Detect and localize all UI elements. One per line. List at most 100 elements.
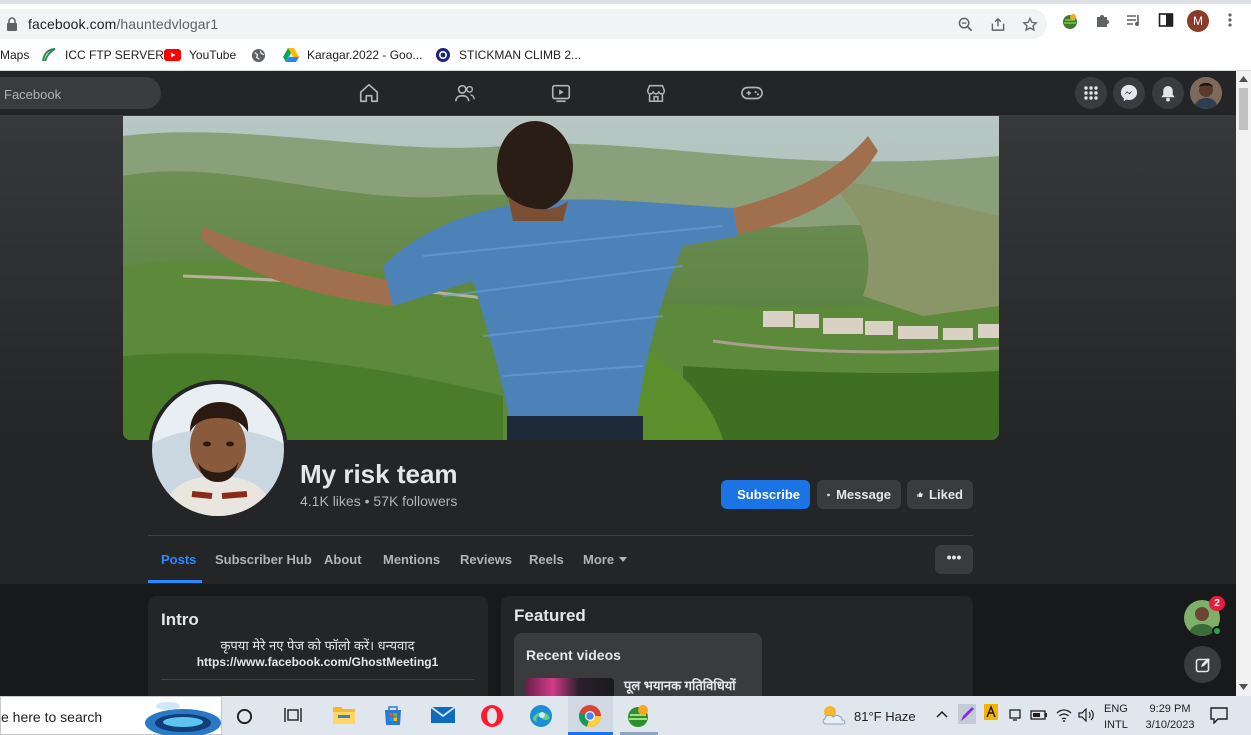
share-icon[interactable] — [990, 17, 1006, 32]
chevron-up-icon[interactable] — [936, 710, 948, 718]
task-view-icon[interactable] — [284, 707, 302, 723]
weather-text[interactable]: 81°F Haze — [854, 709, 916, 724]
profile-picture[interactable] — [148, 380, 288, 520]
tab-more[interactable]: More — [583, 552, 628, 567]
browser-address-bar: facebook.com/hauntedvlogar1 M — [0, 0, 1251, 40]
gaming-icon[interactable] — [740, 82, 764, 104]
chat-unread-badge: 2 — [1209, 596, 1225, 611]
subscribe-button[interactable]: Subscribe — [721, 480, 810, 509]
online-status-dot — [1212, 626, 1222, 636]
edge-icon[interactable] — [529, 704, 553, 728]
wifi-icon[interactable] — [1056, 708, 1072, 722]
home-icon[interactable] — [358, 82, 380, 104]
system-clock[interactable]: 9:29 PM 3/10/2023 — [1140, 701, 1200, 733]
recent-videos-title: Recent videos — [526, 647, 621, 663]
url-text[interactable]: facebook.com/hauntedvlogar1 — [28, 16, 218, 32]
messenger-button[interactable] — [1113, 77, 1145, 109]
page-name: My risk team — [300, 459, 458, 489]
caret-down-icon — [619, 557, 628, 562]
windows-taskbar: e here to search 81°F Haze ENG INTL 9:29 … — [0, 696, 1251, 735]
tab-reviews[interactable]: Reviews — [460, 552, 512, 567]
file-explorer-icon[interactable] — [332, 704, 356, 726]
chrome-icon[interactable] — [578, 704, 602, 728]
new-message-button[interactable] — [1184, 646, 1221, 683]
featured-title: Featured — [514, 606, 586, 625]
bookmarks-bar: Maps ICC FTP SERVER YouTube Karagar.2022… — [0, 40, 1251, 71]
network-adapter-icon[interactable] — [1008, 708, 1022, 722]
intro-bio-text: कृपया मेरे नए पेज को फॉलो करें। धन्यवाद — [220, 638, 415, 653]
facebook-search-input[interactable]: Facebook — [0, 77, 161, 109]
kebab-menu-icon[interactable] — [1225, 12, 1235, 28]
grid-menu-icon — [1084, 86, 1098, 100]
bookmark-karagar[interactable]: Karagar.2022 - Goo... — [283, 45, 422, 65]
cortana-icon[interactable] — [236, 708, 253, 725]
intro-title: Intro — [161, 610, 199, 629]
account-avatar-photo — [1190, 77, 1222, 109]
intro-divider — [161, 679, 475, 680]
compose-icon — [1195, 657, 1210, 672]
video-title[interactable]: पूल भयानक गतिविधियों — [624, 676, 736, 694]
bookmark-star-icon[interactable] — [1022, 17, 1038, 32]
intro-bio: कृपया मेरे नए पेज को फॉलो करें। धन्यवाद … — [161, 637, 474, 671]
volume-icon[interactable] — [1078, 708, 1094, 722]
scroll-down-arrow-icon[interactable] — [1239, 684, 1248, 690]
idm-icon[interactable] — [626, 704, 652, 728]
search-highlight-icon — [145, 702, 221, 735]
facebook-top-nav: Facebook — [0, 71, 1236, 116]
side-panel-icon[interactable] — [1158, 12, 1174, 28]
profile-avatar[interactable]: M — [1187, 10, 1209, 32]
scroll-up-arrow-icon[interactable] — [1239, 76, 1248, 82]
icc-leaf-icon — [42, 48, 56, 62]
more-options-button[interactable]: ••• — [935, 545, 973, 574]
tab-about[interactable]: About — [324, 552, 362, 567]
watch-video-icon[interactable] — [550, 82, 572, 104]
message-button[interactable]: Message — [817, 480, 901, 509]
active-tab-indicator — [148, 580, 202, 583]
notifications-button[interactable] — [1152, 77, 1184, 109]
intro-link[interactable]: https://www.facebook.com/GhostMeeting1 — [161, 654, 474, 671]
zoom-icon[interactable] — [958, 17, 973, 32]
youtube-icon — [164, 49, 181, 61]
extensions-puzzle-icon[interactable] — [1094, 12, 1110, 28]
app-tray-icon[interactable] — [984, 704, 998, 720]
account-avatar[interactable] — [1190, 77, 1222, 109]
mail-icon[interactable] — [430, 704, 456, 726]
tab-subscriber-hub[interactable]: Subscriber Hub — [215, 552, 312, 567]
bookmark-stickman[interactable]: STICKMAN CLIMB 2... — [435, 45, 581, 65]
thumbs-up-icon — [917, 492, 923, 497]
google-drive-icon — [283, 48, 299, 62]
battery-icon[interactable] — [1030, 709, 1048, 721]
bookmark-youtube[interactable]: YouTube — [164, 45, 236, 65]
media-control-icon[interactable] — [1125, 12, 1141, 28]
tab-mentions[interactable]: Mentions — [383, 552, 440, 567]
scrollbar-thumb[interactable] — [1239, 88, 1248, 130]
microsoft-store-icon[interactable] — [381, 704, 405, 726]
taskbar-search-box[interactable]: e here to search — [0, 696, 222, 735]
bell-icon — [1161, 85, 1175, 102]
tab-posts[interactable]: Posts — [161, 552, 196, 567]
input-language[interactable]: ENG INTL — [1104, 701, 1128, 733]
pen-tray-icon[interactable] — [958, 704, 976, 724]
lock-icon[interactable] — [6, 17, 18, 31]
extension-globe-icon[interactable] — [1061, 12, 1079, 30]
stickman-site-icon — [436, 48, 450, 62]
globe-icon — [251, 48, 266, 62]
video-thumbnail[interactable] — [526, 678, 614, 698]
profile-picture-image — [152, 384, 284, 516]
weather-haze-icon[interactable] — [820, 704, 848, 726]
page-scrollbar[interactable] — [1236, 71, 1251, 696]
header-divider — [148, 535, 973, 536]
messenger-icon — [1120, 84, 1138, 102]
menu-grid-button[interactable] — [1075, 77, 1107, 109]
tab-reels[interactable]: Reels — [529, 552, 564, 567]
opera-icon[interactable] — [480, 704, 504, 728]
liked-button[interactable]: Liked — [907, 480, 973, 509]
omnibox[interactable]: facebook.com/hauntedvlogar1 — [0, 9, 1047, 39]
page-stats[interactable]: 4.1K likes • 57K followers — [300, 493, 457, 509]
notification-center-icon[interactable] — [1210, 707, 1228, 724]
bookmark-maps[interactable]: Maps — [0, 45, 29, 65]
bookmark-globe[interactable] — [251, 45, 274, 65]
friends-icon[interactable] — [454, 82, 476, 104]
marketplace-icon[interactable] — [645, 82, 667, 104]
bookmark-icc-ftp[interactable]: ICC FTP SERVER — [41, 45, 164, 65]
